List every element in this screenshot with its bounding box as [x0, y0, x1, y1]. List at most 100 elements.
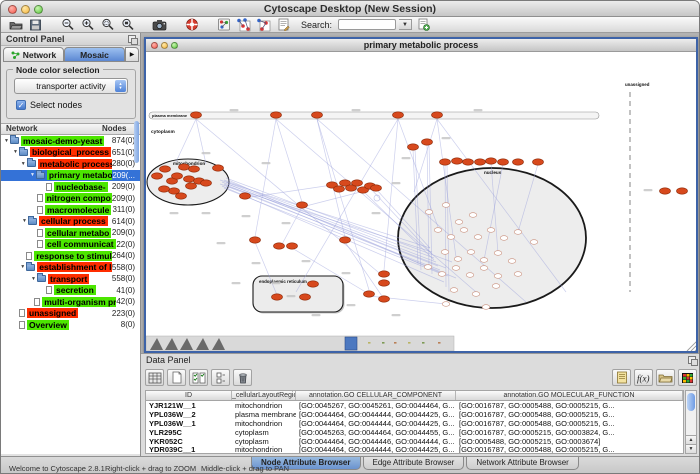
- graph-node[interactable]: [213, 165, 224, 171]
- table-row[interactable]: YPL036W__2plasma membrane[GO:0044464, GO…: [146, 410, 683, 419]
- graph-node[interactable]: [250, 237, 261, 243]
- graph-node[interactable]: [498, 159, 509, 165]
- graph-node[interactable]: [425, 210, 433, 215]
- tree-expander-icon[interactable]: ▼: [30, 276, 37, 282]
- tab-mosaic[interactable]: Mosaic: [64, 47, 125, 62]
- select-nodes-checkbox[interactable]: ✓: [16, 100, 26, 110]
- tree-row[interactable]: cellular metabo209(0): [1, 227, 140, 239]
- graph-node[interactable]: [271, 112, 282, 118]
- network-view-titlebar[interactable]: primary metabolic process: [146, 39, 696, 52]
- graph-node[interactable]: [475, 159, 486, 165]
- formula-icon[interactable]: f(x): [634, 369, 653, 386]
- graph-node[interactable]: [440, 159, 451, 165]
- scroll-down-arrow[interactable]: ▼: [686, 444, 696, 453]
- table-row[interactable]: YKR052Ccytoplasm[GO:0044464, GO:0044446,…: [146, 437, 683, 446]
- tree-row[interactable]: ▼primary metabo209(...: [1, 170, 140, 182]
- graph-node[interactable]: [352, 180, 363, 186]
- graph-node[interactable]: [480, 266, 488, 271]
- graph-node[interactable]: [340, 237, 351, 243]
- graph-node[interactable]: [482, 305, 490, 310]
- plugin-icon[interactable]: [415, 18, 432, 32]
- graph-node[interactable]: [486, 158, 497, 164]
- zoom-in-icon[interactable]: [79, 18, 96, 32]
- graph-node[interactable]: [334, 186, 345, 192]
- notes-icon[interactable]: [612, 369, 631, 386]
- resize-grip-icon[interactable]: [695, 349, 696, 351]
- tree-row[interactable]: secretion41(0): [1, 285, 140, 297]
- table-scrollbar[interactable]: ▲ ▼: [685, 390, 697, 454]
- vizmapper-icon[interactable]: [215, 18, 232, 32]
- graph-node[interactable]: [176, 193, 187, 199]
- tree-row[interactable]: ▼cellular process614(0): [1, 216, 140, 228]
- browser-tab[interactable]: Network Attribute Browser: [466, 457, 578, 470]
- graph-node[interactable]: [172, 173, 183, 179]
- table-icon[interactable]: [145, 369, 164, 386]
- tree-row[interactable]: ▼transport558(0): [1, 273, 140, 285]
- data-panel-float-icon[interactable]: [688, 356, 696, 364]
- graph-node[interactable]: [452, 266, 460, 271]
- tree-row[interactable]: nitrogen compo209(0): [1, 193, 140, 205]
- delete-attribute-icon[interactable]: [233, 369, 252, 386]
- graph-node[interactable]: [500, 236, 508, 241]
- table-column-header[interactable]: ID: [146, 391, 232, 400]
- graph-node[interactable]: [179, 164, 190, 170]
- nucleus-compartment[interactable]: [398, 168, 586, 308]
- snapshot-icon[interactable]: [151, 18, 168, 32]
- edit-nodes-icon[interactable]: [235, 18, 252, 32]
- tree-scrollbar-thumb[interactable]: [134, 121, 139, 163]
- tab-overflow-arrow[interactable]: ▶: [125, 47, 139, 62]
- edit-edges-icon[interactable]: [255, 18, 272, 32]
- import-folder-icon[interactable]: [656, 369, 675, 386]
- help-icon[interactable]: [183, 18, 200, 32]
- graph-node[interactable]: [487, 228, 495, 233]
- graph-node[interactable]: [287, 243, 298, 249]
- search-dropdown-arrow[interactable]: ▼: [399, 19, 412, 30]
- graph-node[interactable]: [463, 159, 474, 165]
- tree-row[interactable]: ▼biological_process651(0): [1, 147, 140, 159]
- graph-node[interactable]: [492, 284, 500, 289]
- graph-node[interactable]: [379, 280, 390, 286]
- tree-row[interactable]: unassigned223(0): [1, 308, 140, 320]
- graph-node[interactable]: [300, 294, 311, 300]
- graph-node[interactable]: [467, 250, 475, 255]
- graph-node[interactable]: [442, 203, 450, 208]
- zoom-selected-icon[interactable]: [99, 18, 116, 32]
- annotation-icon[interactable]: [275, 18, 292, 32]
- zoom-fit-icon[interactable]: [119, 18, 136, 32]
- tree-row[interactable]: response to stimulu264(0): [1, 250, 140, 262]
- graph-node[interactable]: [494, 251, 502, 256]
- graph-node[interactable]: [184, 176, 195, 182]
- zoom-out-icon[interactable]: [59, 18, 76, 32]
- graph-node[interactable]: [469, 213, 477, 218]
- tree-row[interactable]: ▼establishment of lo558(0): [1, 262, 140, 274]
- search-input[interactable]: [338, 19, 396, 30]
- graph-node[interactable]: [379, 271, 390, 277]
- graph-node[interactable]: [472, 292, 480, 297]
- graph-node[interactable]: [434, 228, 442, 233]
- network-canvas[interactable]: cytoplasmmitochondrionnucleusendoplasmic…: [146, 52, 696, 351]
- graph-node[interactable]: [189, 166, 200, 172]
- scroll-up-arrow[interactable]: ▲: [686, 435, 696, 444]
- table-row[interactable]: YJR121W__1mitochondrion[GO:0045267, GO:0…: [146, 401, 683, 410]
- graph-node[interactable]: [379, 296, 390, 302]
- network-graph[interactable]: cytoplasmmitochondrionnucleusendoplasmic…: [146, 52, 696, 351]
- tree-expander-icon[interactable]: ▼: [20, 161, 27, 167]
- open-icon[interactable]: [7, 18, 24, 32]
- plasma-membrane-compartment[interactable]: [149, 112, 599, 119]
- tree-column-network[interactable]: Network: [1, 124, 102, 134]
- tree-row[interactable]: cell communicat22(0): [1, 239, 140, 251]
- graph-node[interactable]: [466, 273, 474, 278]
- select-attributes-icon[interactable]: [189, 369, 208, 386]
- tree-expander-icon[interactable]: ▼: [21, 218, 28, 224]
- table-column-header[interactable]: annotation.GO MOLECULAR_FUNCTION: [456, 391, 683, 400]
- tree-expander-icon[interactable]: ▼: [29, 172, 36, 178]
- graph-node[interactable]: [159, 186, 170, 192]
- graph-node[interactable]: [308, 281, 319, 287]
- graph-node[interactable]: [422, 139, 433, 145]
- graph-node[interactable]: [455, 220, 463, 225]
- graph-node[interactable]: [452, 158, 463, 164]
- table-row[interactable]: YPL036W__1mitochondrion[GO:0044464, GO:0…: [146, 419, 683, 428]
- graph-node[interactable]: [480, 258, 488, 263]
- graph-node[interactable]: [393, 112, 404, 118]
- graph-node[interactable]: [297, 202, 308, 208]
